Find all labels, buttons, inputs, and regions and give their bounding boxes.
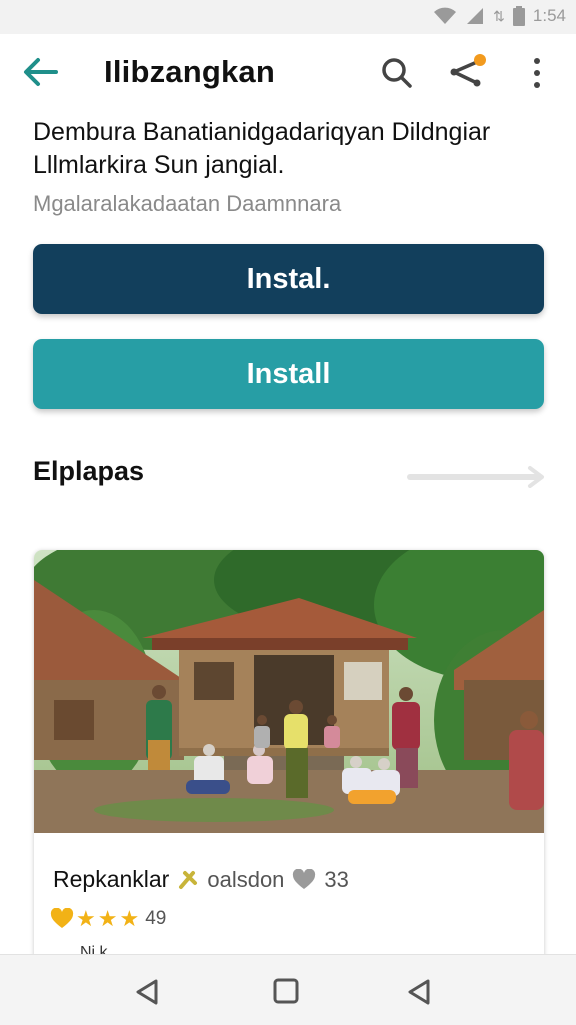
arrow-left-icon[interactable] bbox=[20, 54, 60, 90]
star-icon: ★ bbox=[76, 906, 96, 931]
nav-back-icon[interactable] bbox=[132, 977, 162, 1007]
install-secondary-button[interactable]: Install bbox=[33, 339, 544, 409]
heart-icon[interactable] bbox=[292, 868, 316, 891]
like-count: 33 bbox=[324, 866, 349, 892]
heart-icon bbox=[50, 908, 74, 928]
wifi-icon bbox=[434, 7, 457, 24]
status-bar: ⇅ 1:54 bbox=[0, 0, 576, 34]
app-headline: Dembura Banatianidgadariqyan Dildngiar L… bbox=[33, 118, 491, 179]
install-primary-button[interactable]: Instal. bbox=[33, 244, 544, 314]
nav-home-icon[interactable] bbox=[272, 977, 300, 1005]
card-meta: Repkanklar oalsdon 33 bbox=[53, 866, 349, 893]
system-nav-bar bbox=[0, 954, 576, 1025]
app-title: Ilibzangkan bbox=[104, 54, 276, 89]
card-rating: ★ ★ ★ 49 bbox=[50, 908, 166, 930]
data-indicator-icon: ⇅ bbox=[493, 7, 505, 24]
arrow-right-icon[interactable] bbox=[406, 464, 548, 488]
card-photo bbox=[34, 550, 544, 833]
village-card[interactable]: Repkanklar oalsdon 33 ★ ★ ★ 49 Ni k bbox=[34, 550, 544, 970]
star-icon: ★ bbox=[97, 906, 118, 931]
status-icons: ⇅ 1:54 bbox=[433, 6, 566, 26]
app-subline: Mgalaralakadaatan Daamnnara bbox=[33, 191, 342, 216]
section-title: Elplapas bbox=[33, 456, 145, 486]
share-icon[interactable] bbox=[446, 50, 490, 92]
nav-recent-icon[interactable] bbox=[404, 977, 434, 1007]
rating-value: 49 bbox=[145, 908, 167, 929]
search-icon[interactable] bbox=[378, 54, 416, 92]
bookmark-icon[interactable] bbox=[177, 869, 199, 891]
more-vertical-icon[interactable] bbox=[522, 54, 552, 92]
star-icon: ★ bbox=[119, 906, 140, 931]
signal-icon bbox=[467, 8, 484, 24]
app-bar: Ilibzangkan bbox=[0, 34, 576, 110]
card-name: Repkanklar bbox=[53, 866, 170, 892]
battery-icon bbox=[512, 6, 525, 26]
notification-badge bbox=[474, 54, 486, 66]
card-sub-label: oalsdon bbox=[207, 866, 285, 892]
status-time: 1:54 bbox=[532, 6, 566, 25]
